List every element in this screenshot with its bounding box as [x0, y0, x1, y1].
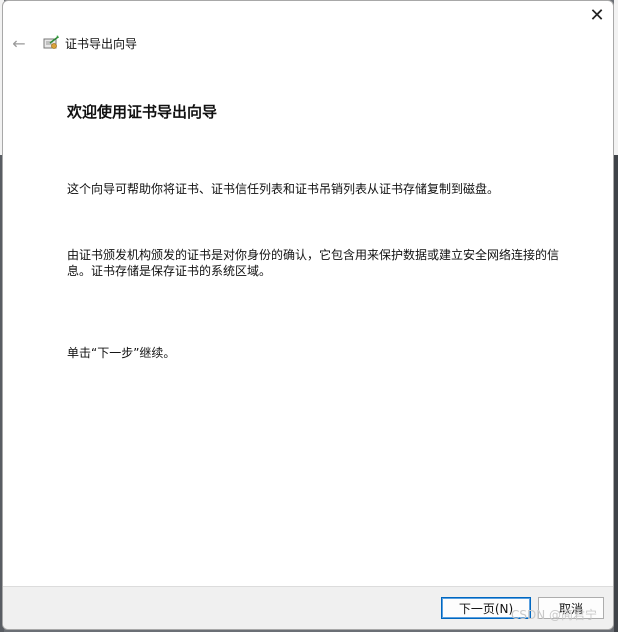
wizard-content: 欢迎使用证书导出向导 这个向导可帮助你将证书、证书信任列表和证书吊销列表从证书存… [67, 101, 573, 360]
wizard-window: ✕ ← 证书导出向导 欢迎使用证书导出向导 这个向导可帮助你将证书、证书信任列表… [2, 0, 614, 630]
back-arrow-icon: ← [12, 33, 26, 53]
backdrop-right [614, 0, 618, 632]
close-button[interactable]: ✕ [583, 1, 611, 29]
description-line-2: 息。证书存储是保存证书的系统区域。 [67, 264, 272, 278]
page-title: 欢迎使用证书导出向导 [67, 103, 218, 121]
continue-instruction: 单击“下一步”继续。 [67, 346, 176, 360]
back-button[interactable]: ← [8, 32, 30, 54]
close-icon: ✕ [589, 4, 605, 26]
intro-paragraph: 这个向导可帮助你将证书、证书信任列表和证书吊销列表从证书存储复制到磁盘。 [67, 182, 500, 196]
wizard-footer: 下一页(N) 取消 CSDN @简君宁 [3, 586, 613, 629]
certificate-icon [42, 34, 60, 52]
wizard-title: 证书导出向导 [65, 36, 138, 51]
watermark-text: CSDN @简君宁 [510, 608, 597, 622]
description-paragraph: 由证书颁发机构颁发的证书是对你身份的确认，它包含用来保护数据或建立安全网络连接的… [67, 247, 573, 279]
wizard-nav-row: ← 证书导出向导 [3, 29, 613, 57]
description-line-1: 由证书颁发机构颁发的证书是对你身份的确认，它包含用来保护数据或建立安全网络连接的… [67, 248, 560, 262]
